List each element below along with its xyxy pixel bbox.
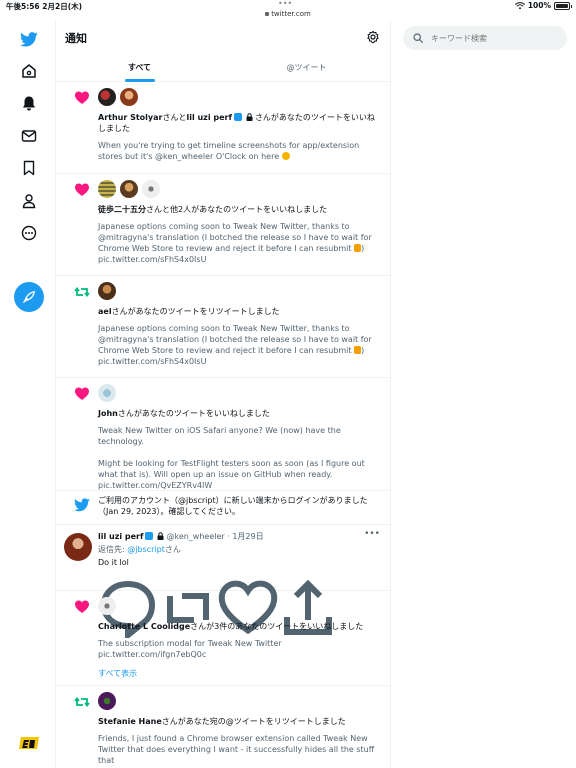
tab-all[interactable]: すべて (56, 56, 223, 82)
settings-gear-icon[interactable] (366, 30, 380, 44)
reply-to: 返信先: @jbscriptさん (98, 545, 181, 554)
avatar[interactable] (98, 597, 116, 615)
heart-icon (75, 387, 89, 400)
notifications-column: 通知 すべて @ツイート Arthur Stolyarさんとlil uzi pe… (55, 20, 391, 768)
battery-percent: 100% (527, 1, 551, 10)
avatar[interactable] (98, 88, 116, 106)
avatar[interactable] (64, 533, 92, 561)
person-emoji-icon (354, 244, 362, 252)
avatar[interactable] (98, 180, 116, 198)
heart-icon (75, 183, 89, 196)
tab-mentions[interactable]: @ツイート (223, 56, 390, 82)
left-nav (0, 20, 58, 768)
more-dots-icon[interactable]: ••• (278, 0, 292, 8)
avatar[interactable] (98, 282, 116, 300)
avatar[interactable] (98, 384, 116, 402)
bookmarks-icon[interactable] (14, 153, 44, 183)
compose-tweet-button[interactable] (14, 282, 44, 312)
twitter-logo-icon[interactable] (14, 24, 44, 54)
wifi-icon (514, 1, 525, 9)
lock-icon (246, 113, 253, 121)
messages-icon[interactable] (14, 121, 44, 151)
home-icon[interactable] (14, 56, 44, 86)
page-title: 通知 (65, 32, 87, 45)
verified-badge-icon (145, 532, 154, 540)
tweet-text: Do it lol (98, 558, 129, 567)
grinning-emoji-icon (281, 152, 290, 160)
notification-item[interactable]: Johnさんがあなたのツイートをいいねしました Tweak New Twitte… (56, 378, 390, 491)
notification-item[interactable]: Arthur Stolyarさんとlil uzi perf さんがあなたのツイート… (56, 82, 390, 174)
avatar[interactable] (98, 692, 116, 710)
verified-badge-icon (233, 113, 242, 121)
notification-item[interactable]: Stefanie Haneさんがあなた宛の@ツイートをリツイートしました Fri… (56, 686, 390, 768)
address-bar[interactable]: twitter.com (0, 10, 576, 18)
notifications-tabs: すべて @ツイート (56, 56, 390, 82)
notification-item[interactable]: Charlotte L Coolidgeさんが3件のあなたのツイートをいいねしま… (56, 591, 390, 686)
feather-icon (23, 290, 36, 303)
retweet-icon (74, 287, 90, 297)
more-options-icon[interactable]: ••• (364, 529, 380, 540)
search-input[interactable] (431, 30, 559, 46)
status-bar: 午後5:56 2月2日(木) ••• twitter.com 100% (0, 0, 576, 20)
login-notice[interactable]: ご利用のアカウント（@jbscript）に新しい端末からログインがありました（J… (56, 491, 390, 525)
search-icon (413, 33, 423, 43)
avatar[interactable] (120, 180, 138, 198)
avatar[interactable] (120, 88, 138, 106)
notification-item[interactable]: aelさんがあなたのツイートをリツイートしました Japanese option… (56, 276, 390, 378)
notification-item[interactable]: 徒歩二十五分さんと他2人があなたのツイートをいいねしました Japanese o… (56, 174, 390, 276)
twitter-bird-icon (74, 498, 90, 512)
extension-logo-icon[interactable] (18, 736, 40, 750)
avatar[interactable] (142, 180, 160, 198)
retweet-icon (74, 697, 90, 707)
search-box[interactable] (403, 26, 567, 50)
person-emoji-icon (354, 346, 362, 354)
notifications-bell-icon[interactable] (14, 88, 44, 118)
notifications-header: 通知 すべて @ツイート (56, 20, 390, 82)
lock-icon (265, 12, 270, 16)
battery-icon (554, 1, 572, 10)
heart-icon (75, 600, 89, 613)
show-all-link[interactable]: すべて表示 (98, 668, 380, 679)
profile-icon[interactable] (14, 186, 44, 216)
heart-icon (75, 91, 89, 104)
more-icon[interactable] (14, 218, 44, 248)
lock-icon (157, 532, 164, 540)
tweet[interactable]: ••• lil uzi perf @ken_wheeler · 1月29日 返信先… (56, 525, 390, 638)
status-right: 100% (514, 1, 572, 10)
